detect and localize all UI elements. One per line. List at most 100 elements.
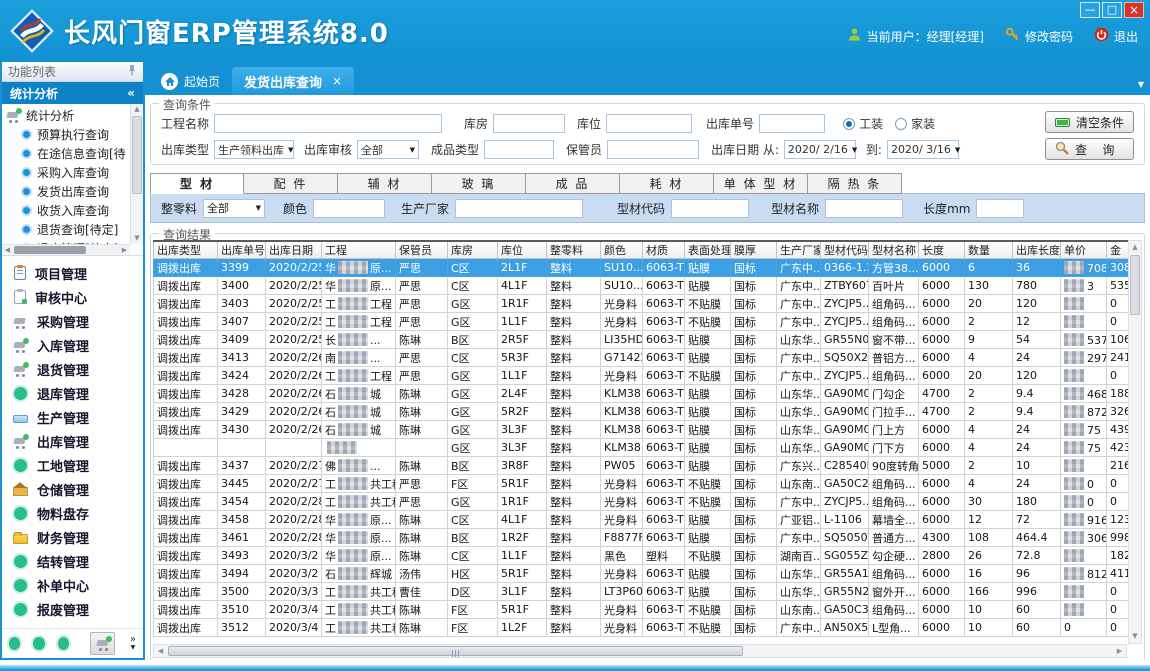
column-header[interactable]: 出库类型 <box>154 241 218 259</box>
manufacturer-input[interactable] <box>455 199 583 218</box>
clear-conditions-button[interactable]: 清空条件 <box>1045 111 1134 133</box>
sidebar-item[interactable]: 退库管理 <box>2 381 143 405</box>
table-row[interactable]: 调拨出库34032020/2/25工工程严思G区1R1F整料光身料6063-T5… <box>154 295 1133 313</box>
scroll-up-icon[interactable]: ▲ <box>1129 241 1141 254</box>
profile-code-input[interactable] <box>671 199 749 218</box>
scrollbar-thumb[interactable] <box>1130 255 1140 315</box>
sidebar-item[interactable]: 物料盘存 <box>2 501 143 525</box>
tab-close-icon[interactable]: × <box>332 74 342 88</box>
change-password-button[interactable]: 修改密码 <box>1005 27 1073 45</box>
table-row[interactable]: 调拨出库34282020/2/26石城陈琳G区2L4F整料KLM38176063… <box>154 385 1133 403</box>
table-row[interactable]: 调拨出库34132020/2/26南...严思C区5R3F整料G71422606… <box>154 349 1133 367</box>
quick-item-icon[interactable] <box>58 637 69 650</box>
table-row[interactable]: 调拨出库34542020/2/28工共工程严思G区1R1F整料光身料6063-T… <box>154 493 1133 511</box>
column-header[interactable]: 膜厚 <box>731 241 777 259</box>
column-header[interactable]: 库房 <box>448 241 498 259</box>
table-row[interactable]: 调拨出库35002020/3/3工共工程曹佳D区3L1F整料LT3P606063… <box>154 583 1133 601</box>
grid-horizontal-scrollbar[interactable]: ◀ ▶ <box>153 644 1127 658</box>
scroll-up-icon[interactable]: ▲ <box>131 104 143 115</box>
table-row[interactable]: 调拨出库34582020/2/28华原...陈琳C区4L1F整料光身料6063-… <box>154 511 1133 529</box>
sidebar-item[interactable]: 生产管理 <box>2 405 143 429</box>
tree-horizontal-scrollbar[interactable]: ◀ ▶ <box>2 244 130 255</box>
scrollbar-thumb[interactable] <box>14 246 86 254</box>
keeper-input[interactable] <box>607 140 699 159</box>
quick-item-icon[interactable] <box>9 637 20 650</box>
table-row[interactable]: 调拨出库34072020/2/25工工程严思G区1L1F整料光身料6063-T5… <box>154 313 1133 331</box>
sidebar-item[interactable]: 仓储管理 <box>2 477 143 501</box>
scroll-left-icon[interactable]: ◀ <box>154 645 167 658</box>
table-row[interactable]: 调拨出库34452020/2/27工共工程严思F区5R1F整料光身料6063-T… <box>154 475 1133 493</box>
table-row[interactable]: 调拨出库34242020/2/26工工程严思G区1L1F整料光身料6063-T5… <box>154 367 1133 385</box>
material-tab[interactable]: 成 品 <box>526 173 620 194</box>
table-row[interactable]: 调拨出库33992020/2/25华原...严思C区2L1F整料SU10...6… <box>154 259 1133 277</box>
material-tab[interactable]: 配 件 <box>244 173 338 194</box>
sidebar-item[interactable]: 项目管理 <box>2 261 143 285</box>
table-row[interactable]: 调拨出库34372020/2/27佛...陈琳B区3R8F整料PW056063-… <box>154 457 1133 475</box>
sidebar-item[interactable]: 财务管理 <box>2 525 143 549</box>
section-header-statistics[interactable]: 统计分析 « <box>2 82 143 104</box>
scroll-right-icon[interactable]: ▶ <box>119 245 130 255</box>
table-row[interactable]: G区3L3F整料KLM38176063-T5贴膜国标山东华...GA90M09.… <box>154 439 1133 457</box>
sidebar-item[interactable]: 补单中心 <box>2 573 143 597</box>
sidebar-item[interactable]: 采购管理 <box>2 309 143 333</box>
column-header[interactable]: 单价 <box>1061 241 1107 259</box>
table-row[interactable]: 调拨出库34002020/2/25华原...严思C区4L1F整料SU10...6… <box>154 277 1133 295</box>
material-tab[interactable]: 耗 材 <box>620 173 714 194</box>
scrollbar-thumb[interactable] <box>168 646 743 656</box>
quick-cart-button[interactable] <box>90 632 115 655</box>
tree-item[interactable]: 预算执行查询 <box>6 125 130 144</box>
pin-icon[interactable] <box>127 64 137 79</box>
column-header[interactable]: 长度 <box>919 241 965 259</box>
length-input[interactable] <box>976 199 1024 218</box>
warehouse-input[interactable] <box>493 114 565 133</box>
batch-select[interactable]: 全部▼ <box>203 199 265 218</box>
outbound-type-select[interactable]: 生产领料出库▼ <box>214 140 294 159</box>
profile-name-input[interactable] <box>825 199 903 218</box>
material-tab[interactable]: 辅 材 <box>338 173 432 194</box>
search-button[interactable]: 查 询 <box>1045 138 1134 160</box>
tree-item[interactable]: 退货查询[待定] <box>6 220 130 239</box>
scroll-right-icon[interactable]: ▶ <box>1113 645 1126 658</box>
column-header[interactable]: 生产厂家 <box>777 241 821 259</box>
tree-item[interactable]: 发货出库查询 <box>6 182 130 201</box>
column-header[interactable]: 数量 <box>965 241 1013 259</box>
material-tab[interactable]: 玻 璃 <box>432 173 526 194</box>
table-row[interactable]: 调拨出库34302020/2/26石城陈琳G区3L3F整料KLM38176063… <box>154 421 1133 439</box>
project-name-input[interactable] <box>214 114 442 133</box>
sidebar-item[interactable]: 审核中心 <box>2 285 143 309</box>
tree-root-statistics[interactable]: 统计分析 <box>6 106 130 125</box>
column-header[interactable]: 出库单号 <box>218 241 266 259</box>
sidebar-item[interactable]: 工地管理 <box>2 453 143 477</box>
more-buttons-chevron[interactable]: » ▼ <box>130 636 136 652</box>
tree-item[interactable]: 在途信息查询[待 <box>6 144 130 163</box>
column-header[interactable]: 出库日期 <box>266 241 322 259</box>
radio-jiazhuang[interactable]: 家装 <box>895 115 935 132</box>
column-header[interactable]: 材质 <box>643 241 685 259</box>
scroll-left-icon[interactable]: ◀ <box>2 245 13 255</box>
quick-item-icon[interactable] <box>33 637 44 650</box>
date-from-picker[interactable]: 2020/ 2/16▼ <box>784 140 856 159</box>
order-no-input[interactable] <box>759 114 825 133</box>
minimize-button[interactable]: — <box>1080 2 1100 18</box>
tab-shipping-outbound-query[interactable]: 发货出库查询 × <box>232 67 354 95</box>
grid-vertical-scrollbar[interactable]: ▲ ▼ <box>1128 240 1142 644</box>
column-header[interactable]: 型材代码 <box>821 241 869 259</box>
column-header[interactable]: 表面处理 <box>685 241 731 259</box>
maximize-button[interactable]: □ <box>1102 2 1122 18</box>
tree-item[interactable]: 采购入库查询 <box>6 163 130 182</box>
tab-home[interactable]: 起始页 <box>149 68 232 95</box>
table-row[interactable]: 调拨出库34292020/2/26石城陈琳G区5R2F整料KLM38176063… <box>154 403 1133 421</box>
column-header[interactable]: 库位 <box>498 241 547 259</box>
location-input[interactable] <box>606 114 692 133</box>
material-tab[interactable]: 隔 热 条 <box>808 173 902 194</box>
material-tab[interactable]: 单 体 型 材 <box>714 173 808 194</box>
table-row[interactable]: 调拨出库34612020/2/28华原...陈琳B区1R2F整料F8877FT6… <box>154 529 1133 547</box>
scrollbar-thumb[interactable] <box>132 116 142 194</box>
column-header[interactable]: 保管员 <box>396 241 448 259</box>
sidebar-item[interactable]: 出库管理 <box>2 429 143 453</box>
table-row[interactable]: 调拨出库35102020/3/4工共工程陈琳F区5R1F整料光身料6063-T5… <box>154 601 1133 619</box>
audit-select[interactable]: 全部▼ <box>357 140 419 159</box>
sidebar-item[interactable]: 报废管理 <box>2 597 143 621</box>
scroll-down-icon[interactable]: ▼ <box>131 233 143 244</box>
scroll-down-icon[interactable]: ▼ <box>1129 630 1141 643</box>
